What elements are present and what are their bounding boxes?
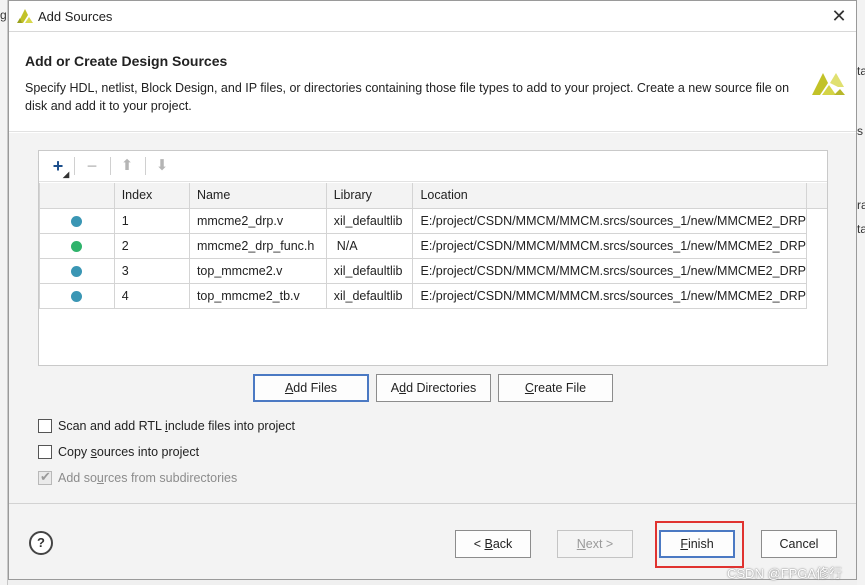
- index-cell: 1: [113, 207, 190, 234]
- table-row[interactable]: 3 top_mmcme2.v xil_defaultlib E:/project…: [39, 257, 807, 284]
- location-cell: E:/project/CSDN/MMCM/MMCM.srcs/sources_1…: [412, 257, 807, 284]
- column-header-library[interactable]: Library: [325, 183, 414, 209]
- vivado-app-icon: [17, 9, 33, 23]
- background-window-left: g: [0, 0, 8, 585]
- index-cell: 4: [113, 282, 190, 309]
- background-text-fragment: g: [0, 8, 7, 22]
- close-icon[interactable]: ✕: [828, 5, 850, 27]
- file-status-dot-icon: [71, 215, 83, 227]
- table-row[interactable]: 1 mmcme2_drp.v xil_defaultlib E:/project…: [39, 207, 807, 234]
- create-file-button[interactable]: Create File: [498, 374, 613, 402]
- location-cell: E:/project/CSDN/MMCM/MMCM.srcs/sources_1…: [412, 282, 807, 309]
- checkbox-label: Add sources from subdirectories: [58, 471, 238, 485]
- cancel-button[interactable]: Cancel: [761, 530, 837, 558]
- add-directories-button[interactable]: Add Directories: [376, 374, 491, 402]
- file-status-dot-icon: [71, 265, 83, 277]
- location-cell: E:/project/CSDN/MMCM/MMCM.srcs/sources_1…: [412, 232, 807, 259]
- window-title: Add Sources: [38, 9, 113, 24]
- arrow-down-icon[interactable]: ⬇: [150, 156, 174, 178]
- arrow-up-icon[interactable]: ⬆: [115, 156, 139, 178]
- name-cell: top_mmcme2_tb.v: [188, 282, 327, 309]
- library-cell[interactable]: xil_defaultlib: [325, 282, 414, 309]
- background-text-fragment: s: [857, 124, 863, 138]
- toolbar-divider: [110, 157, 111, 175]
- name-cell: mmcme2_drp.v: [188, 207, 327, 234]
- name-cell: mmcme2_drp_func.h: [188, 232, 327, 259]
- location-cell: E:/project/CSDN/MMCM/MMCM.srcs/sources_1…: [412, 207, 807, 234]
- library-cell[interactable]: N/A: [325, 232, 414, 259]
- background-text-fragment: ta: [857, 64, 865, 78]
- file-status-dot-icon: [71, 240, 83, 252]
- sources-toolbar: + ◢ − ⬆ ⬇: [39, 151, 827, 182]
- toolbar-divider: [74, 157, 75, 175]
- add-sources-dialog: Add Sources ✕ Add or Create Design Sourc…: [8, 0, 857, 580]
- library-cell[interactable]: xil_defaultlib: [325, 207, 414, 234]
- sources-table: Index Name Library Location 1 mmcme2_drp…: [39, 183, 807, 309]
- back-button[interactable]: < Back: [455, 530, 531, 558]
- dialog-body: + ◢ − ⬆ ⬇ Index Name Library Location 1 …: [9, 133, 856, 503]
- page-title: Add or Create Design Sources: [25, 53, 228, 69]
- checkbox-label: Copy sources into project: [58, 445, 200, 459]
- title-bar: Add Sources ✕: [9, 1, 856, 32]
- vivado-logo-icon: [812, 73, 845, 95]
- plus-icon[interactable]: + ◢: [46, 156, 70, 179]
- status-cell: [39, 282, 115, 309]
- finish-button[interactable]: Finish: [659, 530, 735, 558]
- name-cell: top_mmcme2.v: [188, 257, 327, 284]
- checkbox-label: Scan and add RTL include files into proj…: [58, 419, 295, 433]
- checkbox-box[interactable]: [38, 445, 52, 459]
- table-row[interactable]: 4 top_mmcme2_tb.v xil_defaultlib E:/proj…: [39, 282, 807, 309]
- page-description: Specify HDL, netlist, Block Design, and …: [25, 81, 790, 113]
- minus-icon[interactable]: −: [80, 156, 104, 178]
- help-icon[interactable]: ?: [29, 531, 53, 555]
- file-status-dot-icon: [71, 290, 83, 302]
- table-row[interactable]: 2 mmcme2_drp_func.h N/A E:/project/CSDN/…: [39, 232, 807, 259]
- dialog-header: Add or Create Design Sources Specify HDL…: [9, 32, 856, 132]
- column-header-index[interactable]: Index: [113, 183, 190, 209]
- column-header-location[interactable]: Location: [412, 183, 807, 209]
- checkbox-box[interactable]: [38, 419, 52, 433]
- sources-panel: + ◢ − ⬆ ⬇ Index Name Library Location 1 …: [38, 150, 828, 366]
- index-cell: 2: [113, 232, 190, 259]
- checkbox-box: ✔: [38, 469, 52, 485]
- checkmark-icon: ✔: [40, 469, 51, 484]
- toolbar-divider: [145, 157, 146, 175]
- status-cell: [39, 207, 115, 234]
- add-files-button[interactable]: Add Files: [253, 374, 369, 402]
- table-header-filler: [807, 183, 827, 209]
- status-cell: [39, 257, 115, 284]
- next-button[interactable]: Next >: [557, 530, 633, 558]
- background-text-fragment: ra: [857, 198, 865, 212]
- index-cell: 3: [113, 257, 190, 284]
- library-cell[interactable]: xil_defaultlib: [325, 257, 414, 284]
- column-header-name[interactable]: Name: [188, 183, 327, 209]
- background-window-right: ta s ra ta: [857, 0, 865, 585]
- status-cell: [39, 232, 115, 259]
- watermark: CSDN @FPGA修行: [727, 566, 843, 581]
- background-text-fragment: ta: [857, 222, 865, 236]
- column-header-status[interactable]: [39, 183, 115, 209]
- table-header-row: Index Name Library Location: [39, 183, 807, 209]
